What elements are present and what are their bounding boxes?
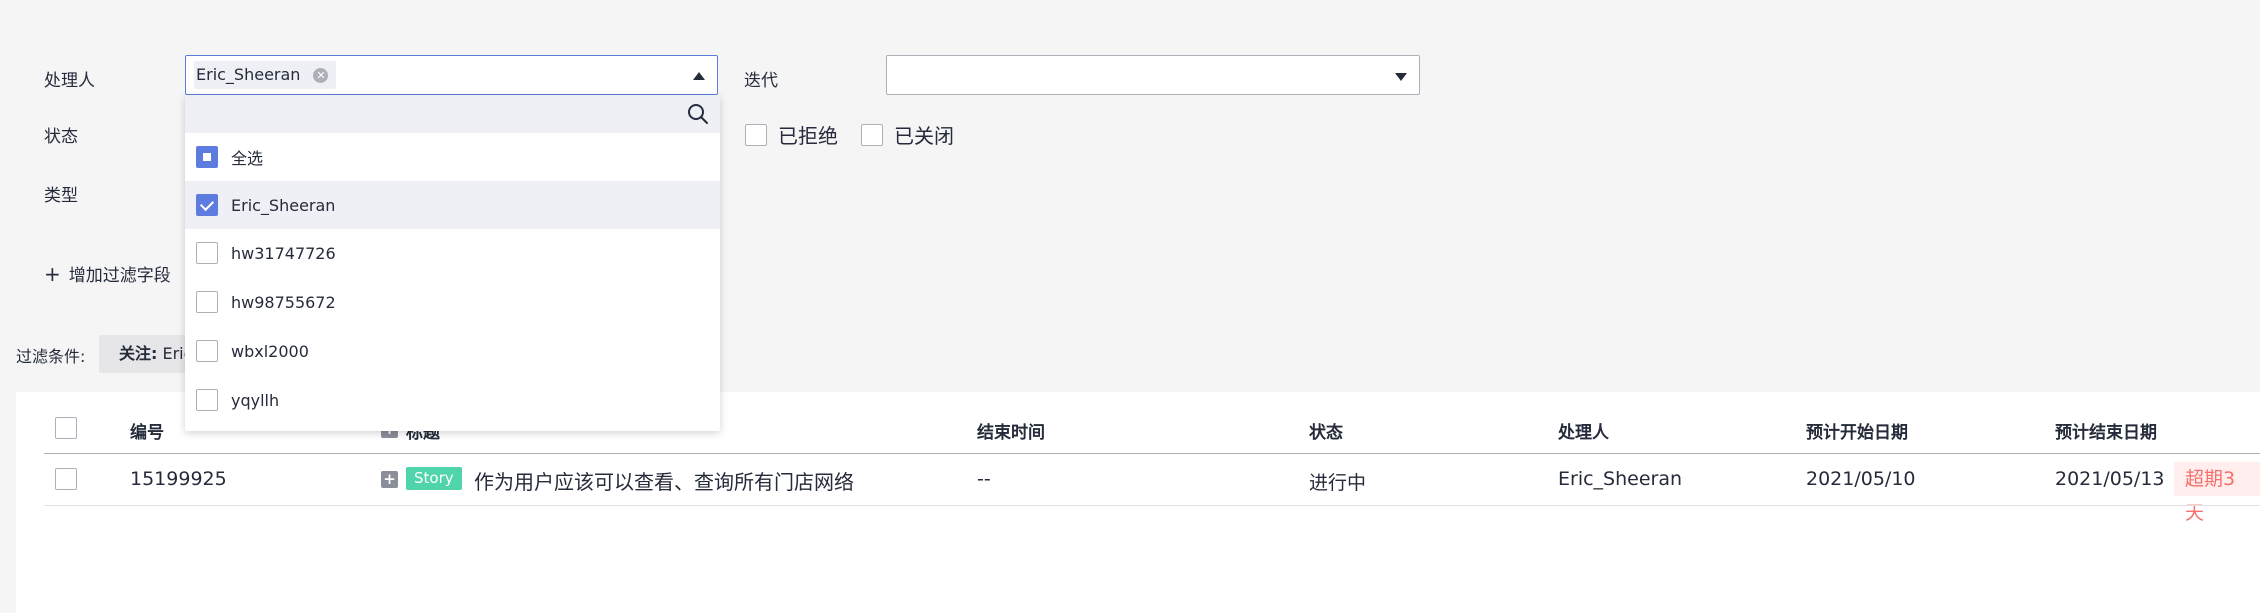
story-badge: Story (406, 467, 462, 490)
column-header-status[interactable]: 状态 (1309, 418, 1343, 443)
assignee-tag-label: Eric_Sheeran (196, 65, 301, 84)
overdue-badge: 超期3天 (2174, 462, 2260, 524)
condition-key: 关注: (119, 344, 158, 363)
column-header-planned-end[interactable]: 预计结束日期 (2055, 418, 2157, 443)
column-header-planned-start[interactable]: 预计开始日期 (1806, 418, 1908, 443)
plus-icon: + (44, 261, 61, 286)
status-rejected-checkbox[interactable] (745, 123, 767, 146)
dropdown-option-checkbox[interactable] (196, 146, 218, 168)
search-icon[interactable] (686, 102, 710, 126)
type-label: 类型 (44, 186, 78, 206)
row-title[interactable]: 作为用户应该可以查看、查询所有门店网络 (474, 466, 854, 495)
dropdown-option-select-all[interactable]: 全选 (185, 133, 720, 181)
assignee-tag: Eric_Sheeran ✕ (194, 61, 337, 89)
dropdown-option[interactable]: wbxl2000 (185, 327, 720, 375)
dropdown-option-label: wbxl2000 (231, 341, 309, 361)
dropdown-option-checkbox[interactable] (196, 389, 218, 411)
iteration-label: 迭代 (744, 71, 778, 91)
dropdown-option-label: 全选 (231, 149, 264, 168)
assignee-label: 处理人 (44, 71, 95, 91)
row-planned-end: 2021/05/13 (2055, 468, 2165, 490)
status-label: 状态 (44, 127, 78, 147)
dropdown-option-checkbox[interactable] (196, 242, 218, 264)
row-assignee[interactable]: Eric_Sheeran (1558, 468, 1682, 490)
dropdown-option[interactable]: Eric_Sheeran (185, 181, 720, 229)
row-planned-start: 2021/05/10 (1806, 468, 1916, 490)
expand-icon[interactable]: + (381, 471, 398, 488)
header-divider (44, 453, 2260, 454)
dropdown-search[interactable] (185, 95, 720, 133)
add-filter-label: 增加过滤字段 (68, 266, 171, 286)
assignee-dropdown: 全选 Eric_Sheeran hw31747726 hw98755672 wb… (185, 95, 720, 431)
filter-conditions-label: 过滤条件: (16, 347, 86, 366)
chevron-down-icon[interactable] (1395, 73, 1407, 81)
row-id[interactable]: 15199925 (130, 468, 227, 490)
assignee-select[interactable]: Eric_Sheeran ✕ (185, 55, 718, 95)
dropdown-option-label: Eric_Sheeran (231, 195, 336, 215)
row-end-time: -- (977, 468, 991, 490)
dropdown-option-checkbox[interactable] (196, 194, 218, 216)
status-rejected-label: 已拒绝 (778, 124, 838, 148)
column-header-end-time[interactable]: 结束时间 (977, 418, 1045, 443)
row-divider (44, 505, 2260, 506)
status-closed-label: 已关闭 (894, 124, 954, 148)
row-status[interactable]: 进行中 (1309, 468, 1366, 495)
dropdown-option-label: yqyllh (231, 390, 280, 410)
dropdown-option[interactable]: hw98755672 (185, 278, 720, 326)
select-all-rows-checkbox[interactable] (55, 417, 77, 439)
iteration-select[interactable] (886, 55, 1420, 95)
dropdown-option-label: hw98755672 (231, 292, 336, 312)
column-header-id[interactable]: 编号 (130, 418, 164, 443)
chevron-up-icon[interactable] (693, 72, 705, 80)
status-option-closed[interactable]: 已关闭 (861, 120, 954, 149)
dropdown-option[interactable]: yqyllh (185, 376, 720, 424)
status-closed-checkbox[interactable] (861, 123, 883, 146)
row-checkbox[interactable] (55, 468, 77, 490)
column-header-assignee[interactable]: 处理人 (1558, 418, 1609, 443)
dropdown-option-checkbox[interactable] (196, 340, 218, 362)
dropdown-option[interactable]: hw31747726 (185, 229, 720, 277)
dropdown-option-label: hw31747726 (231, 243, 336, 263)
dropdown-option-checkbox[interactable] (196, 291, 218, 313)
add-filter-button[interactable]: + 增加过滤字段 (44, 261, 171, 287)
status-option-rejected[interactable]: 已拒绝 (745, 120, 838, 149)
clear-icon[interactable]: ✕ (313, 68, 329, 83)
